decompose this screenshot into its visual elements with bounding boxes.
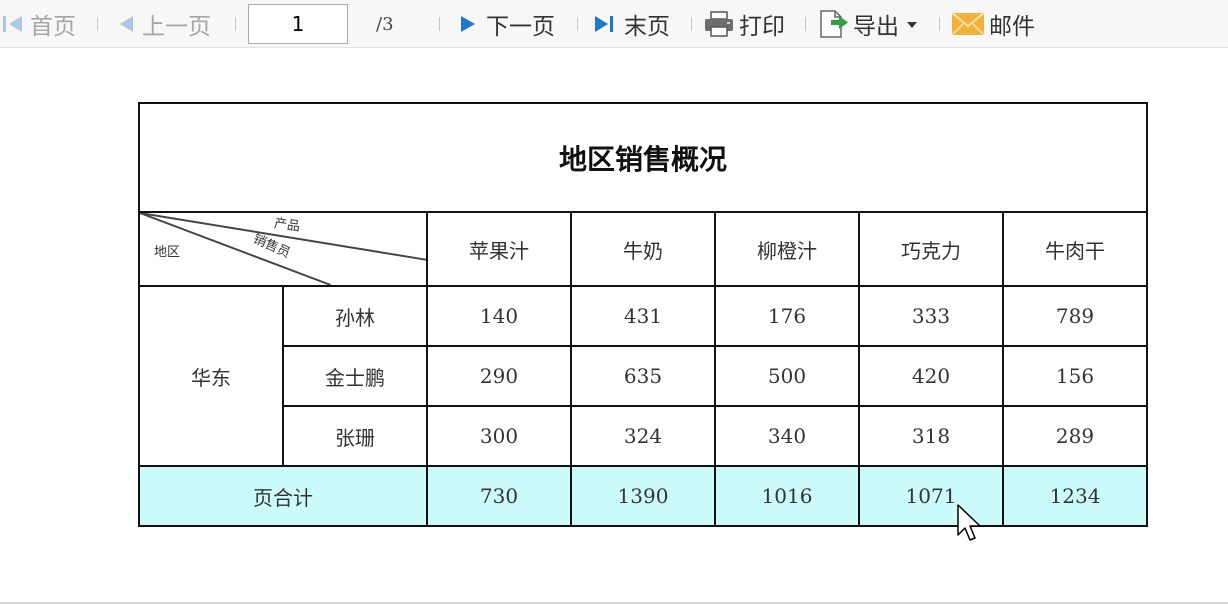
- mail-label: 邮件: [989, 14, 1035, 40]
- next-page-button[interactable]: 下一页: [456, 0, 555, 48]
- toolbar-separator: [235, 17, 236, 31]
- toolbar-separator: [97, 17, 98, 31]
- header-row: 地区 产品 销售员 苹果汁 牛奶 柳橙汁 巧克力 牛肉干: [138, 211, 1149, 287]
- total-value-cell: 1390: [570, 465, 716, 527]
- product-header: 苹果汁: [426, 211, 572, 287]
- value-cell: 156: [1001, 345, 1149, 407]
- export-icon: [820, 10, 848, 38]
- printer-icon: [705, 11, 733, 37]
- last-page-icon: [595, 16, 613, 32]
- sales-report-table: 地区销售概况 地区 产品 销售员 苹果汁 牛奶 柳橙汁 巧克力 牛肉干 华东 孙…: [137, 102, 1149, 527]
- next-page-label: 下一页: [486, 14, 555, 40]
- toolbar-separator: [805, 17, 806, 31]
- value-cell: 318: [858, 405, 1004, 467]
- region-cell: 华东: [138, 285, 284, 467]
- total-row: 页合计 730 1390 1016 1071 1234: [138, 465, 1149, 527]
- diagonal-header-cell: 地区 产品 销售员: [138, 211, 428, 287]
- envelope-icon: [951, 12, 985, 36]
- mouse-cursor-icon: [957, 504, 981, 541]
- seller-cell: 张珊: [282, 405, 428, 467]
- chevron-down-icon: [907, 22, 917, 28]
- total-value-cell: 1234: [1001, 465, 1149, 527]
- product-header: 牛肉干: [1001, 211, 1149, 287]
- value-cell: 431: [570, 285, 716, 347]
- total-value-cell: 1016: [714, 465, 860, 527]
- value-cell: 635: [570, 345, 716, 407]
- diagonal-label-region: 地区: [154, 245, 181, 260]
- last-page-button[interactable]: 末页: [592, 0, 670, 48]
- prev-page-label: 上一页: [142, 14, 211, 40]
- value-cell: 140: [426, 285, 572, 347]
- value-cell: 290: [426, 345, 572, 407]
- prev-page-icon: [120, 16, 133, 32]
- first-page-icon: [3, 16, 22, 32]
- page-total: /3: [376, 13, 394, 35]
- value-cell: 289: [1001, 405, 1149, 467]
- product-header: 巧克力: [858, 211, 1004, 287]
- last-page-label: 末页: [624, 14, 670, 40]
- print-label: 打印: [739, 14, 785, 40]
- prev-page-button[interactable]: 上一页: [116, 0, 211, 48]
- export-label: 导出: [853, 14, 899, 40]
- toolbar-separator: [939, 17, 940, 31]
- total-value-cell: 730: [426, 465, 572, 527]
- value-cell: 324: [570, 405, 716, 467]
- first-page-button[interactable]: 首页: [0, 0, 76, 48]
- toolbar-separator: [577, 17, 578, 31]
- toolbar-separator: [439, 17, 440, 31]
- report-title: 地区销售概况: [137, 102, 1149, 213]
- table-row: 金士鹏 290 635 500 420 156: [139, 345, 1149, 407]
- product-header: 柳橙汁: [714, 211, 860, 287]
- value-cell: 789: [1001, 285, 1149, 347]
- diagonal-label-product: 产品: [273, 216, 301, 235]
- page-number-input[interactable]: [248, 4, 348, 44]
- print-button[interactable]: 打印: [703, 0, 785, 48]
- product-header: 牛奶: [570, 211, 716, 287]
- seller-cell: 孙林: [282, 285, 428, 347]
- export-button[interactable]: 导出: [817, 0, 917, 48]
- table-row: 华东 孙林 140 431 176 333 789: [138, 285, 1149, 467]
- value-cell: 300: [426, 405, 572, 467]
- next-page-icon: [461, 16, 475, 32]
- report-toolbar: 首页 上一页 /3 下一页 末页 打印: [0, 0, 1228, 48]
- first-page-label: 首页: [30, 14, 76, 40]
- table-row: 张珊 300 324 340 318 289: [139, 405, 1149, 467]
- total-label: 页合计: [138, 465, 428, 527]
- toolbar-separator: [691, 17, 692, 31]
- mail-button[interactable]: 邮件: [951, 0, 1035, 48]
- value-cell: 176: [714, 285, 860, 347]
- value-cell: 500: [714, 345, 860, 407]
- value-cell: 333: [858, 285, 1004, 347]
- value-cell: 420: [858, 345, 1004, 407]
- seller-cell: 金士鹏: [282, 345, 428, 407]
- value-cell: 340: [714, 405, 860, 467]
